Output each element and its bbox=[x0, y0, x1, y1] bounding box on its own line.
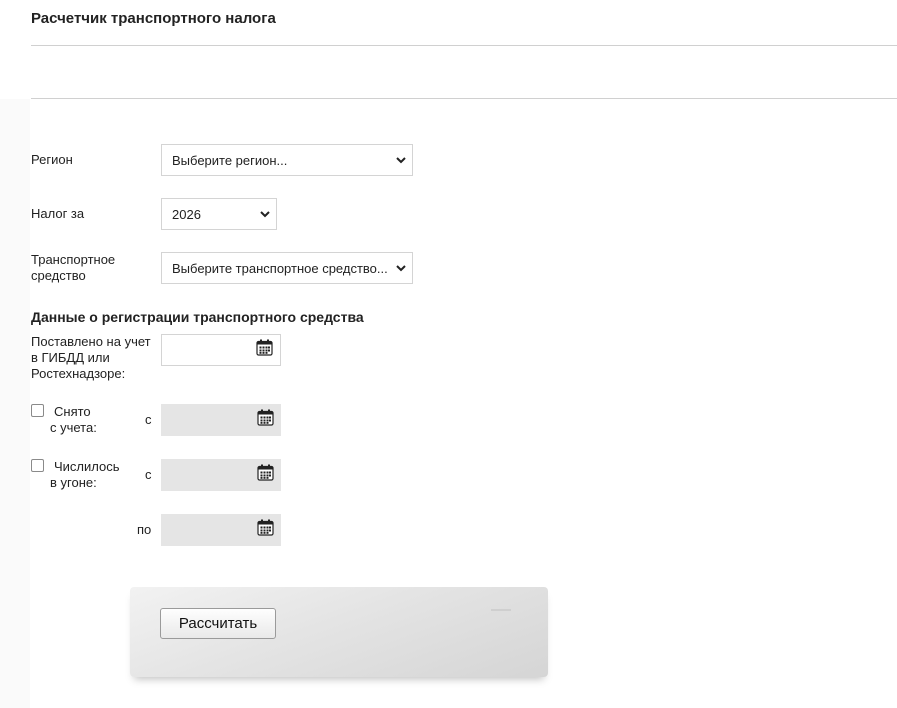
page-title: Расчетчик транспортного налога bbox=[31, 10, 276, 27]
tax-year-select[interactable]: 2026 bbox=[161, 198, 277, 230]
registered-label: Поставлено на учет в ГИБДД или Ростехнад… bbox=[31, 334, 151, 382]
vehicle-select[interactable]: Выберите транспортное средство... bbox=[161, 252, 413, 284]
deregistered-date-input[interactable] bbox=[161, 404, 281, 436]
chevron-down-icon bbox=[254, 199, 276, 229]
divider bbox=[31, 45, 897, 46]
calendar-icon[interactable] bbox=[257, 464, 274, 486]
deregistered-label-line: Снято bbox=[54, 404, 91, 419]
stolen-from-date-input[interactable] bbox=[161, 459, 281, 491]
deregistered-label: Снято с учета: bbox=[50, 404, 97, 436]
vehicle-label-line: Транспортное bbox=[31, 252, 116, 267]
registered-label-line: в ГИБДД или bbox=[31, 350, 110, 365]
left-band bbox=[0, 99, 30, 708]
chevron-down-icon bbox=[390, 253, 412, 283]
registration-section-title: Данные о регистрации транспортного средс… bbox=[31, 309, 364, 325]
chevron-down-icon bbox=[390, 145, 412, 175]
calendar-icon[interactable] bbox=[257, 519, 274, 541]
stolen-checkbox[interactable] bbox=[31, 459, 44, 472]
calculate-button[interactable]: Рассчитать bbox=[160, 608, 276, 639]
stolen-to-date-input[interactable] bbox=[161, 514, 281, 546]
vehicle-label: Транспортное средство bbox=[31, 252, 115, 284]
divider bbox=[31, 98, 897, 99]
tax-year-label: Налог за bbox=[31, 206, 85, 221]
vehicle-label-line: средство bbox=[31, 268, 86, 283]
stolen-to-label: по bbox=[137, 522, 152, 537]
deregistered-label-line: с учета: bbox=[50, 420, 97, 435]
tax-year-select-value: 2026 bbox=[172, 206, 201, 222]
registered-label-line: Поставлено на учет bbox=[31, 334, 151, 349]
stolen-label-line: Числилось bbox=[54, 459, 120, 474]
stolen-label-line: в угоне: bbox=[50, 475, 97, 490]
deregistered-from-label: с bbox=[145, 412, 152, 427]
vehicle-select-value: Выберите транспортное средство... bbox=[172, 260, 388, 276]
region-select[interactable]: Выберите регион... bbox=[161, 144, 413, 176]
region-select-value: Выберите регион... bbox=[172, 152, 288, 168]
stolen-label: Числилось в угоне: bbox=[50, 459, 120, 491]
region-label: Регион bbox=[31, 152, 73, 167]
deregistered-checkbox[interactable] bbox=[31, 404, 44, 417]
panel-decoration bbox=[491, 609, 511, 611]
registered-label-line: Ростехнадзоре: bbox=[31, 366, 126, 381]
calendar-icon[interactable] bbox=[256, 339, 273, 361]
stolen-from-label: с bbox=[145, 467, 152, 482]
registered-date-input[interactable] bbox=[161, 334, 281, 366]
calendar-icon[interactable] bbox=[257, 409, 274, 431]
